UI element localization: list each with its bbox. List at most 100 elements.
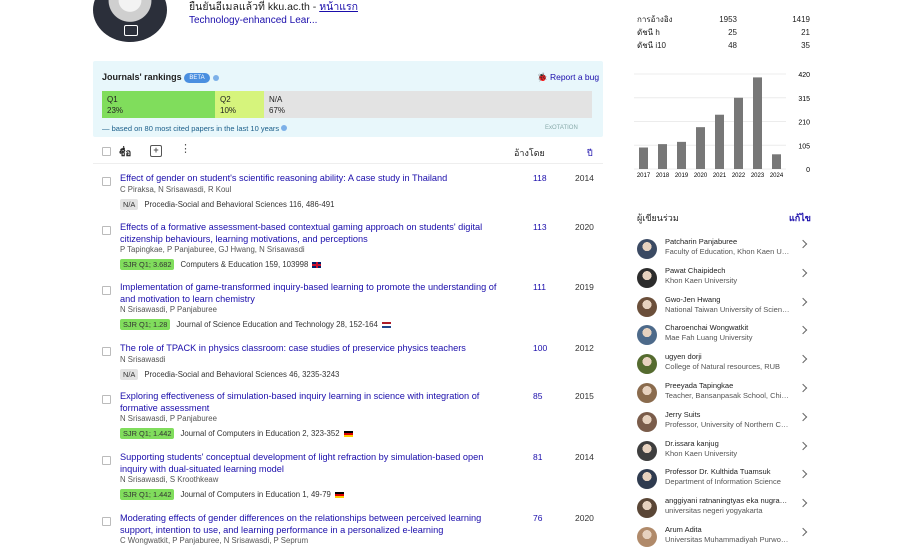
chevron-right-icon[interactable]	[798, 297, 808, 307]
coauthor-item[interactable]: Pawat Chaipidech Khon Kaen University	[637, 265, 812, 293]
coauthor-item[interactable]: Gwo-Jen Hwang National Taiwan University …	[637, 294, 812, 322]
chevron-right-icon[interactable]	[798, 325, 808, 335]
article-checkbox[interactable]	[102, 286, 111, 295]
cited-by-count[interactable]: 81	[533, 452, 542, 462]
chevron-right-icon[interactable]	[798, 239, 808, 249]
sort-by-year[interactable]: ปี	[587, 146, 593, 160]
article-entry: The role of TPACK in physics classroom: …	[120, 343, 505, 381]
coauthor-item[interactable]: ugyen dorji College of Natural resources,…	[637, 351, 812, 379]
edit-coauthors-link[interactable]: แก้ไข	[789, 211, 811, 225]
verified-email: ยืนยันอีเมลแล้วที่ kku.ac.th	[189, 1, 310, 13]
chart-y-tick: 420	[798, 72, 810, 79]
coauthor-name[interactable]: Pawat Chaipidech	[665, 266, 790, 275]
article-checkbox[interactable]	[102, 226, 111, 235]
cited-by-count[interactable]: 118	[533, 173, 547, 183]
cited-by-count[interactable]: 100	[533, 343, 547, 353]
coauthor-item[interactable]: Dr.issara kanjug Khon Kaen University	[637, 438, 812, 466]
chevron-right-icon[interactable]	[798, 412, 808, 422]
metric-label: ดัชนี i10	[637, 41, 666, 50]
research-interest-link[interactable]: Technology-enhanced Lear...	[189, 15, 317, 26]
coauthor-name[interactable]: anggiyani ratnaningtyas eka nugraheni	[665, 496, 790, 505]
article-title-link[interactable]: Effect of gender on student's scientific…	[120, 173, 505, 185]
coauthor-item[interactable]: Charoenchai Wongwatkit Mae Fah Luang Univ…	[637, 322, 812, 350]
coauthor-item[interactable]: Professor Dr. Kulthida Tuamsuk Department…	[637, 466, 812, 494]
coauthor-name[interactable]: Jerry Suits	[665, 410, 790, 419]
article-authors: N Srisawasdi, P Panjaburee	[120, 414, 217, 423]
article-checkbox[interactable]	[102, 395, 111, 404]
coauthor-item[interactable]: Patcharin Panjaburee Faculty of Education…	[637, 236, 812, 264]
chart-bar-2021[interactable]	[715, 114, 724, 169]
coauthor-item[interactable]: anggiyani ratnaningtyas eka nugraheni uni…	[637, 495, 812, 523]
journal-rank-badge: N/A	[120, 368, 139, 380]
camera-icon[interactable]	[124, 25, 138, 36]
sort-by-cited[interactable]: อ้างโดย	[514, 146, 545, 160]
article-entry: Implementation of game-transformed inqui…	[120, 282, 505, 331]
homepage-link[interactable]: หน้าแรก	[319, 1, 358, 13]
coauthor-item[interactable]: Jerry Suits Professor, University of Nort…	[637, 409, 812, 437]
chart-bar-2024[interactable]	[772, 154, 781, 169]
chart-bar-2022[interactable]	[734, 97, 743, 169]
journal-rank-badge: SJR Q1; 1.442	[120, 489, 175, 500]
article-meta: N/A Procedia-Social and Behavioral Scienc…	[120, 368, 505, 381]
select-all-checkbox[interactable]	[102, 147, 111, 156]
ranking-label: Q1	[107, 95, 118, 104]
chevron-right-icon[interactable]	[798, 469, 808, 479]
coauthor-name[interactable]: Preeyada Tapingkae	[665, 381, 790, 390]
cited-by-count[interactable]: 111	[533, 282, 546, 292]
coauthor-name[interactable]: ugyen dorji	[665, 352, 790, 361]
coauthor-item[interactable]: Arum Adita Universitas Muhammadiyah Purwo…	[637, 524, 812, 552]
article-title-link[interactable]: Moderating effects of gender differences…	[120, 513, 505, 536]
article-title-link[interactable]: The role of TPACK in physics classroom: …	[120, 343, 505, 355]
coauthors-heading: ผู้เขียนร่วม	[637, 213, 679, 223]
profile-photo[interactable]	[93, 0, 167, 42]
article-entry: Moderating effects of gender differences…	[120, 513, 505, 546]
cited-by-count[interactable]: 76	[533, 513, 542, 523]
chevron-right-icon[interactable]	[798, 354, 808, 364]
coauthor-name[interactable]: Professor Dr. Kulthida Tuamsuk	[665, 467, 790, 476]
info-icon[interactable]	[213, 75, 219, 81]
article-checkbox[interactable]	[102, 517, 111, 526]
chevron-right-icon[interactable]	[798, 527, 808, 537]
article-title-link[interactable]: Implementation of game-transformed inqui…	[120, 282, 505, 305]
article-title-link[interactable]: Exploring effectiveness of simulation-ba…	[120, 391, 505, 414]
coauthor-affiliation: Faculty of Education, Khon Kaen Universi…	[665, 247, 790, 256]
article-checkbox[interactable]	[102, 347, 111, 356]
chevron-right-icon[interactable]	[798, 441, 808, 451]
coauthor-affiliation: College of Natural resources, RUB	[665, 362, 781, 371]
info-icon[interactable]	[281, 125, 288, 131]
metric-row: ดัชนี h 25 21	[637, 26, 810, 39]
journal-rank-badge: SJR Q1; 3.682	[120, 259, 175, 270]
report-bug-link[interactable]: 🐞 Report a bug	[537, 72, 599, 83]
article-title-link[interactable]: Effects of a formative assessment-based …	[120, 222, 505, 245]
chart-x-tick: 2024	[770, 173, 784, 179]
article-checkbox[interactable]	[102, 456, 111, 465]
article-entry: Effect of gender on student's scientific…	[120, 173, 505, 211]
coauthor-name[interactable]: Dr.issara kanjug	[665, 439, 790, 448]
coauthor-name[interactable]: Charoenchai Wongwatkit	[665, 323, 790, 332]
chevron-right-icon[interactable]	[798, 498, 808, 508]
article-checkbox[interactable]	[102, 177, 111, 186]
coauthor-avatar	[637, 469, 657, 489]
coauthor-name[interactable]: Patcharin Panjaburee	[665, 237, 790, 246]
publication-year: 2019	[575, 282, 594, 292]
article-title-link[interactable]: Supporting students' conceptual developm…	[120, 452, 505, 475]
metric-all: 25	[728, 28, 737, 37]
chart-bar-2017[interactable]	[639, 147, 648, 169]
article-meta: SJR Q1; 1.28 Journal of Science Education…	[120, 318, 505, 331]
chart-bar-2023[interactable]	[753, 77, 762, 169]
cited-by-count[interactable]: 113	[533, 222, 547, 232]
chevron-right-icon[interactable]	[798, 268, 808, 278]
cited-by-count[interactable]: 85	[533, 391, 542, 401]
chart-bar-2020[interactable]	[696, 127, 705, 169]
coauthor-name[interactable]: Gwo-Jen Hwang	[665, 295, 790, 304]
add-article-icon[interactable]: +	[150, 145, 162, 157]
coauthor-avatar	[637, 498, 657, 518]
chevron-right-icon[interactable]	[798, 383, 808, 393]
chart-bar-2018[interactable]	[658, 144, 667, 169]
coauthor-item[interactable]: Preeyada Tapingkae Teacher, Bansanpasak S…	[637, 380, 812, 408]
more-options-icon[interactable]: ⋮	[180, 144, 191, 155]
ranking-percent: 10%	[220, 106, 237, 115]
sort-by-title[interactable]: ชื่อ	[119, 146, 131, 161]
chart-bar-2019[interactable]	[677, 141, 686, 169]
coauthor-name[interactable]: Arum Adita	[665, 525, 790, 534]
